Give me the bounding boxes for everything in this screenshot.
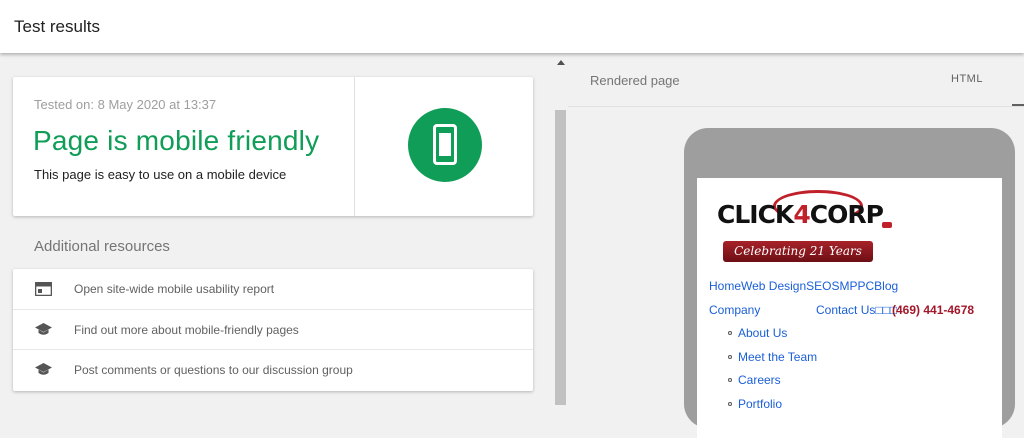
school-cap-icon bbox=[35, 363, 52, 375]
submenu-item[interactable]: Careers bbox=[728, 373, 817, 397]
verdict-heading: Page is mobile friendly bbox=[33, 125, 320, 156]
resource-usability-report[interactable]: Open site-wide mobile usability report bbox=[13, 269, 533, 309]
tab-indicator bbox=[1012, 104, 1024, 106]
tested-on-timestamp: Tested on: 8 May 2020 at 13:37 bbox=[34, 97, 217, 112]
mobile-friendly-badge bbox=[408, 108, 482, 182]
logo-wordmark: CLICK4CORP bbox=[717, 200, 884, 229]
logo-com-tag bbox=[882, 222, 892, 228]
smartphone-icon bbox=[433, 124, 457, 165]
additional-resources-heading: Additional resources bbox=[34, 238, 170, 255]
scrollbar-thumb[interactable] bbox=[555, 110, 566, 405]
submenu-item[interactable]: Portfolio bbox=[728, 397, 817, 421]
additional-resources-list: Open site-wide mobile usability report F… bbox=[13, 269, 533, 391]
submenu-item[interactable]: About Us bbox=[728, 326, 817, 350]
preview-tabs: Rendered page HTML bbox=[568, 55, 1024, 107]
tab-html[interactable]: HTML bbox=[951, 73, 983, 85]
resource-label: Post comments or questions to our discus… bbox=[74, 363, 353, 377]
submenu-item[interactable]: Meet the Team bbox=[728, 350, 817, 374]
report-window-icon bbox=[35, 282, 52, 296]
site-nav-contact[interactable]: Contact Us□□□ bbox=[816, 303, 897, 317]
verdict-description: This page is easy to use on a mobile dev… bbox=[34, 167, 287, 182]
mobile-friendly-result-card: Tested on: 8 May 2020 at 13:37 Page is m… bbox=[13, 77, 533, 216]
site-logo: CLICK4CORP Celebrating 21 Years bbox=[715, 188, 895, 278]
resource-label: Open site-wide mobile usability report bbox=[74, 282, 275, 296]
company-submenu: About Us Meet the Team Careers Portfolio bbox=[728, 326, 817, 421]
device-frame: CLICK4CORP Celebrating 21 Years HomeWeb … bbox=[684, 128, 1015, 438]
site-phone-number[interactable]: (469) 441-4678 bbox=[892, 303, 974, 317]
bullet-icon bbox=[728, 354, 732, 359]
bullet-icon bbox=[728, 378, 732, 382]
page-title: Test results bbox=[14, 17, 100, 36]
resource-label: Find out more about mobile-friendly page… bbox=[74, 323, 299, 337]
resource-mobile-friendly-info[interactable]: Find out more about mobile-friendly page… bbox=[13, 309, 533, 349]
preview-pane: Rendered page HTML CLICK4CORP Celebratin… bbox=[568, 55, 1024, 438]
rendered-page-screenshot[interactable]: CLICK4CORP Celebrating 21 Years HomeWeb … bbox=[697, 178, 1002, 438]
bullet-icon bbox=[728, 331, 732, 335]
top-header: Test results bbox=[0, 0, 1024, 53]
site-nav-links[interactable]: HomeWeb DesignSEOSMPPCBlog bbox=[709, 279, 898, 293]
resource-discussion-group[interactable]: Post comments or questions to our discus… bbox=[13, 349, 533, 389]
school-cap-icon bbox=[35, 323, 52, 335]
card-divider bbox=[354, 77, 355, 216]
anniversary-banner: Celebrating 21 Years bbox=[715, 238, 885, 268]
results-pane: Tested on: 8 May 2020 at 13:37 Page is m… bbox=[0, 55, 553, 405]
site-nav-company[interactable]: Company bbox=[709, 303, 760, 317]
tab-rendered-page[interactable]: Rendered page bbox=[590, 73, 680, 88]
scroll-up-arrow-icon[interactable] bbox=[557, 60, 565, 65]
banner-text: Celebrating 21 Years bbox=[734, 244, 862, 258]
